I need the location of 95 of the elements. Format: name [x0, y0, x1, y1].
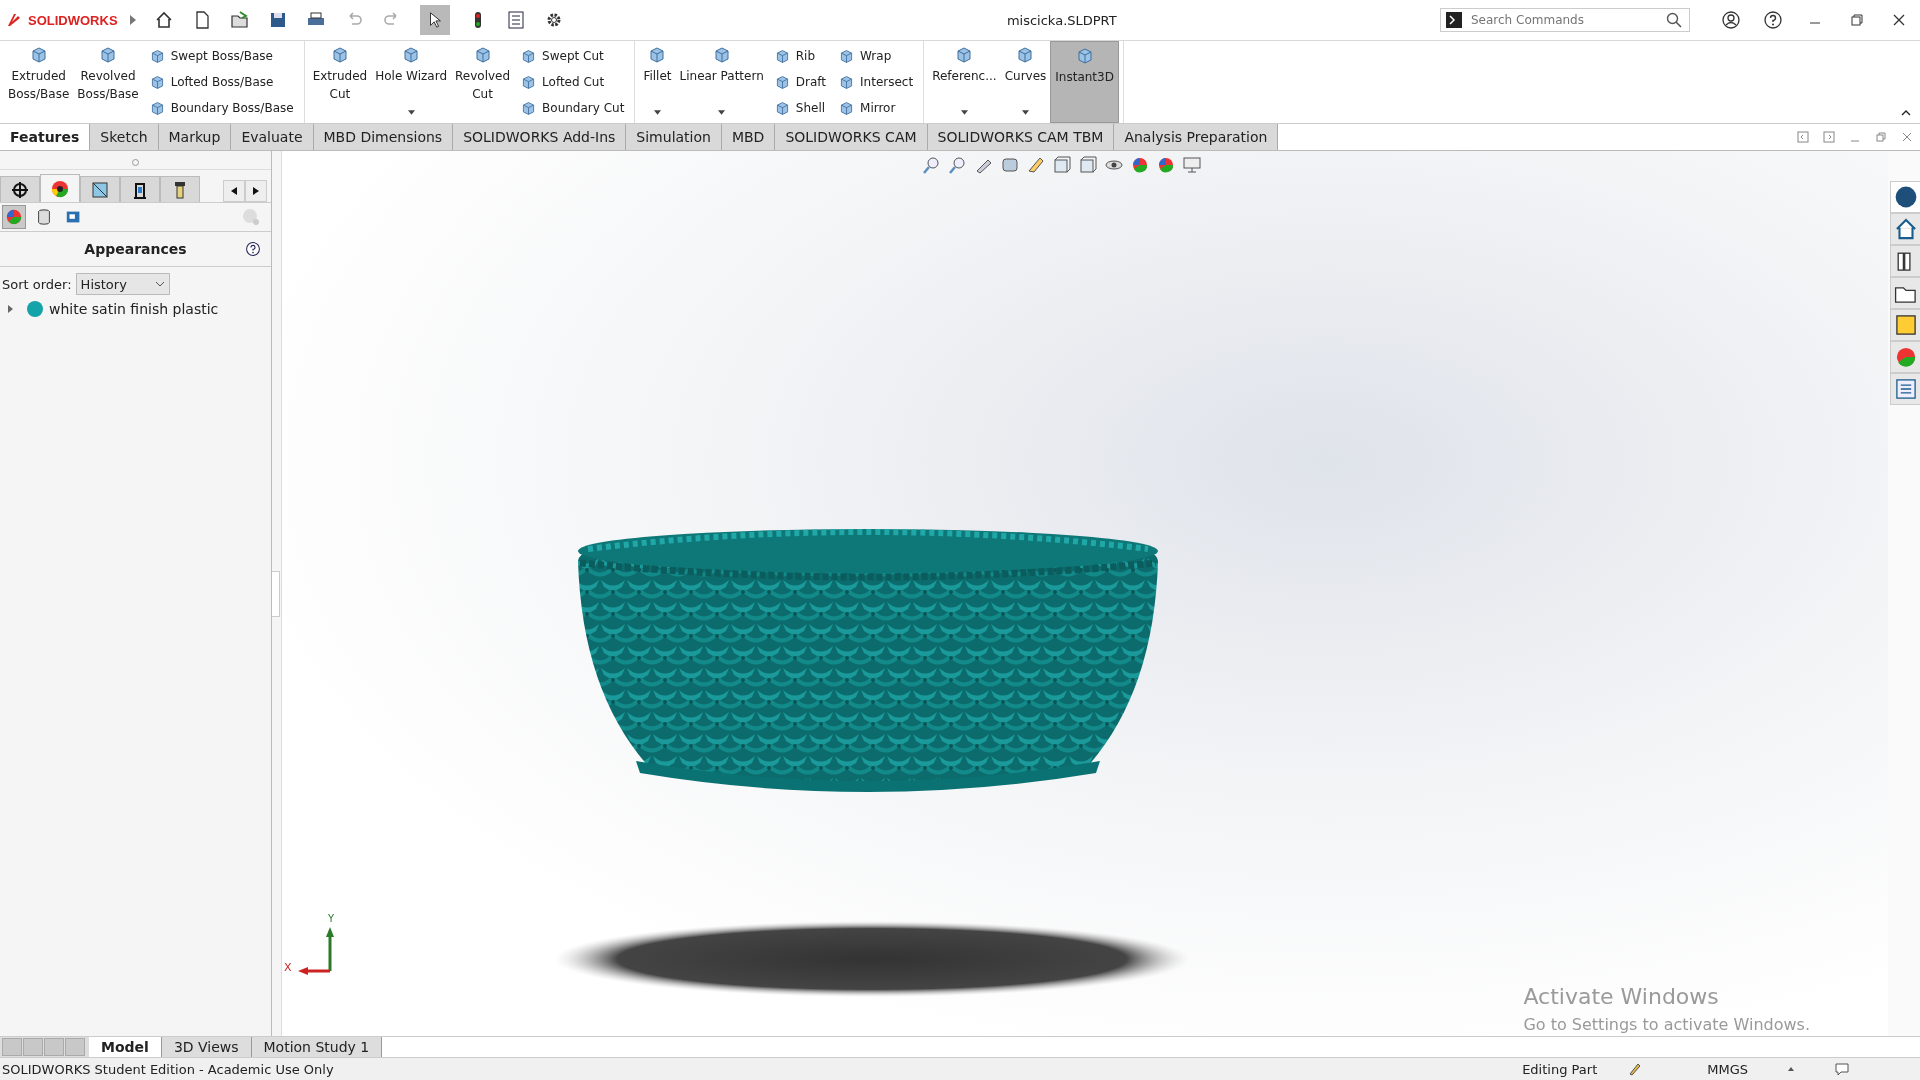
ribbon-button[interactable]: Hole Wizard — [371, 41, 451, 123]
model-tab[interactable]: 3D Views — [161, 1037, 252, 1057]
ribbon-button[interactable]: Extruded Boss/Base — [4, 41, 74, 123]
library-icon[interactable] — [1890, 245, 1920, 277]
panel-collapse-handle[interactable] — [272, 570, 280, 617]
ribbon-button[interactable]: Instant3D — [1050, 41, 1119, 123]
ribbon-button[interactable]: Intersect — [834, 73, 918, 91]
caret-icon[interactable] — [1021, 110, 1029, 115]
zoom-to-fit-icon[interactable] — [922, 155, 942, 175]
panel-title: Appearances — [84, 241, 187, 257]
app-logo[interactable]: SOLIDWORKS — [0, 12, 124, 28]
view-orientation-icon[interactable] — [1052, 155, 1072, 175]
select-button[interactable] — [419, 5, 450, 35]
manager-tab[interactable] — [40, 174, 80, 202]
help-icon[interactable] — [245, 241, 261, 257]
command-tab[interactable]: SOLIDWORKS CAM TBM — [927, 124, 1115, 150]
tile-left-icon[interactable] — [1796, 130, 1810, 144]
status-message: SOLIDWORKS Student Edition - Academic Use Only — [1, 1061, 334, 1077]
left-arrow-icon — [231, 186, 237, 195]
chat-icon[interactable] — [1834, 1061, 1850, 1077]
ribbon-button[interactable]: Draft — [769, 73, 831, 91]
scroll-right-button[interactable] — [245, 180, 267, 202]
caret-icon[interactable] — [407, 110, 415, 115]
expand-arrow-icon[interactable] — [8, 305, 13, 313]
axis-label: X — [284, 961, 292, 974]
right-arrow-icon — [253, 186, 259, 195]
units-selector[interactable]: MMGS — [1707, 1061, 1748, 1077]
ribbon-button[interactable]: Extruded Cut — [308, 41, 372, 123]
ribbon-button[interactable]: Revolved Boss/Base — [73, 41, 143, 123]
ribbon-button[interactable]: Curves — [1000, 41, 1051, 123]
home-icon[interactable] — [1890, 213, 1920, 245]
caret-icon[interactable] — [718, 110, 726, 115]
ribbon-button[interactable]: Shell — [769, 99, 831, 117]
axis-label: Y — [328, 913, 335, 924]
manager-tab[interactable] — [0, 176, 40, 202]
command-tab[interactable]: MBD — [721, 124, 776, 150]
color-wheel-icon — [5, 208, 23, 226]
ribbon-button[interactable]: Wrap — [834, 47, 918, 65]
caret-icon[interactable] — [1788, 1067, 1794, 1071]
zoom-area-icon[interactable] — [948, 155, 968, 175]
command-tab[interactable]: Simulation — [626, 124, 722, 150]
command-tab[interactable]: SOLIDWORKS Add-Ins — [453, 124, 627, 150]
document-title: miscicka.SLDPRT — [1005, 12, 1117, 28]
ribbon-button[interactable]: Linear Pattern — [675, 41, 768, 123]
status-mode: Editing Part — [1522, 1061, 1598, 1077]
ribbon-button[interactable]: Revolved Cut — [451, 41, 515, 123]
caret-icon[interactable] — [653, 110, 661, 115]
expand-arrow-icon[interactable] — [129, 15, 136, 25]
help-icon[interactable] — [1763, 10, 1783, 30]
ribbon-button[interactable]: Mirror — [834, 99, 918, 117]
activation-notice-title: Activate Windows — [1523, 984, 1720, 1009]
ribbon-button[interactable]: Swept Cut — [516, 47, 629, 65]
ribbon-button[interactable]: Boundary Cut — [516, 99, 629, 117]
ribbon-button[interactable]: Referenc... — [928, 41, 1001, 123]
command-tab[interactable]: Markup — [158, 124, 232, 150]
cube-icon — [90, 179, 110, 200]
ribbon-button[interactable]: Lofted Boss/Base — [144, 73, 298, 91]
command-tab[interactable]: SOLIDWORKS CAM — [775, 124, 928, 150]
cylinder-icon — [35, 208, 53, 226]
search-icon[interactable] — [1666, 12, 1682, 28]
manager-tab[interactable] — [120, 176, 160, 202]
ribbon-button[interactable]: Lofted Cut — [516, 73, 629, 91]
user-account-icon[interactable] — [1721, 10, 1741, 30]
open-folder-icon[interactable] — [229, 10, 250, 30]
tile-right-icon[interactable] — [1822, 130, 1836, 144]
command-tab[interactable]: Analysis Preparation — [1114, 124, 1279, 150]
section-view-icon[interactable] — [1000, 155, 1020, 175]
dynamic-annotation-icon[interactable] — [1026, 155, 1046, 175]
manager-tab[interactable] — [160, 176, 200, 202]
ribbon-button[interactable]: Rib — [769, 47, 831, 65]
ribbon-button[interactable]: Fillet — [639, 41, 676, 123]
search-field[interactable]: Search Commands — [1440, 8, 1690, 32]
command-tab[interactable]: Sketch — [90, 124, 159, 150]
activation-notice-text: Go to Settings to activate Windows. — [1523, 1015, 1810, 1034]
command-tab[interactable]: MBD Dimensions — [313, 124, 454, 150]
sort-order-dropdown[interactable]: History — [75, 273, 170, 295]
cube-icon — [98, 45, 118, 65]
appearance-icon[interactable] — [1890, 341, 1920, 373]
scroll-left-button[interactable] — [223, 180, 245, 202]
tree-item[interactable]: white satin finish plastic — [49, 301, 219, 317]
scene-icon[interactable] — [1156, 155, 1176, 175]
ribbon-button[interactable]: Swept Boss/Base — [144, 47, 298, 65]
caret-icon[interactable] — [960, 110, 968, 115]
folder-icon[interactable] — [1890, 277, 1920, 309]
crosshair-icon — [10, 179, 30, 200]
ribbon-button[interactable]: Boundary Boss/Base — [144, 99, 298, 117]
command-tab[interactable]: Evaluate — [231, 124, 314, 150]
model-tab[interactable]: Motion Study 1 — [251, 1037, 383, 1057]
properties-icon[interactable] — [1890, 373, 1920, 405]
chevron-icon — [154, 281, 165, 287]
color-wheel-icon — [50, 178, 70, 199]
sort-order-label: Sort order: — [2, 276, 72, 292]
list-icon[interactable] — [505, 10, 526, 30]
edit-appearance-icon[interactable] — [1130, 155, 1150, 175]
display-style-icon[interactable] — [1078, 155, 1098, 175]
